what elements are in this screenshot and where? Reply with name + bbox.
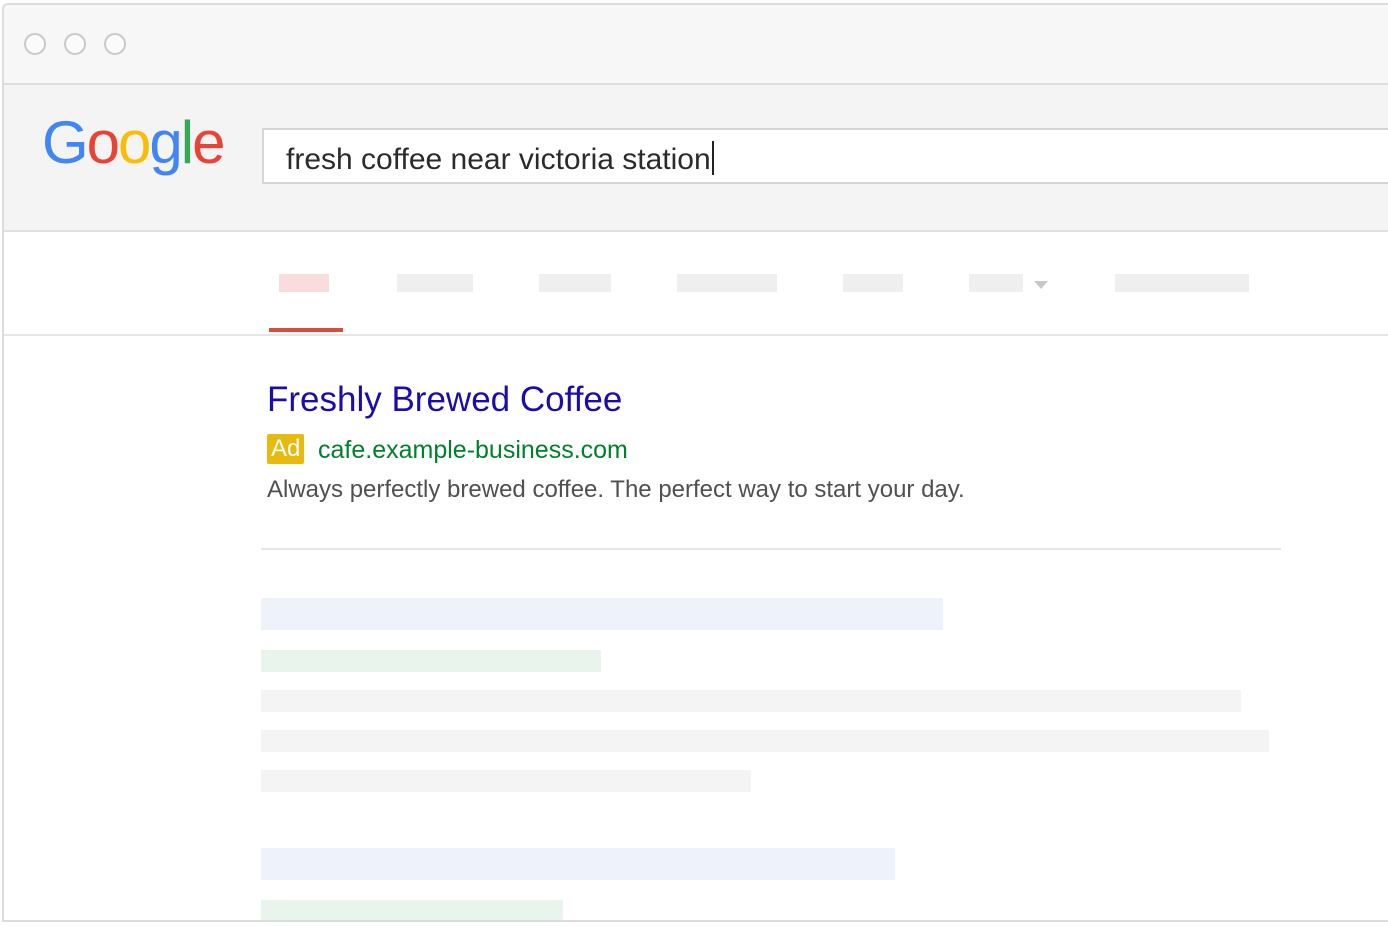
logo-letter: o [86,109,120,176]
tab-2[interactable] [397,274,473,292]
result-title-placeholder[interactable] [261,598,943,630]
result-snippet-placeholder [261,770,751,792]
ad-badge: Ad [267,434,305,464]
ad-description: Always perfectly brewed coffee. The perf… [267,476,965,503]
browser-titlebar [4,5,1388,85]
tab-more[interactable] [969,274,1023,292]
minimize-window-button[interactable] [64,33,86,55]
tab-5[interactable] [843,274,903,292]
zoom-window-button[interactable] [104,33,126,55]
search-query-wrap: fresh coffee near victoria station [286,141,714,177]
results-divider [261,548,1281,550]
browser-window: Google fresh coffee near victoria statio… [2,3,1388,922]
result-snippet-placeholder [261,690,1241,712]
google-logo[interactable]: Google [42,109,226,176]
logo-letter: l [180,109,194,176]
tab-3[interactable] [539,274,611,292]
tab-tools[interactable] [1115,274,1249,292]
result-title-placeholder[interactable] [261,848,895,880]
result-url-placeholder [261,900,563,920]
ad-title-link[interactable]: Freshly Brewed Coffee [267,380,622,420]
text-caret [711,141,714,175]
ad-display-url[interactable]: cafe.example-business.com [318,435,628,465]
chevron-down-icon[interactable] [1034,281,1048,289]
search-input[interactable]: fresh coffee near victoria station [262,128,1388,184]
logo-letter: o [118,109,151,176]
result-url-placeholder [261,650,601,672]
tab-all[interactable] [279,274,329,292]
active-tab-indicator [269,328,343,332]
logo-letter: g [149,109,182,176]
result-snippet-placeholder [261,730,1269,752]
search-tabs [4,232,1388,336]
logo-letter: e [192,109,225,176]
tab-4[interactable] [677,274,777,292]
logo-letter: G [42,109,89,176]
search-query-text: fresh coffee near victoria station [286,143,711,176]
close-window-button[interactable] [24,33,46,55]
